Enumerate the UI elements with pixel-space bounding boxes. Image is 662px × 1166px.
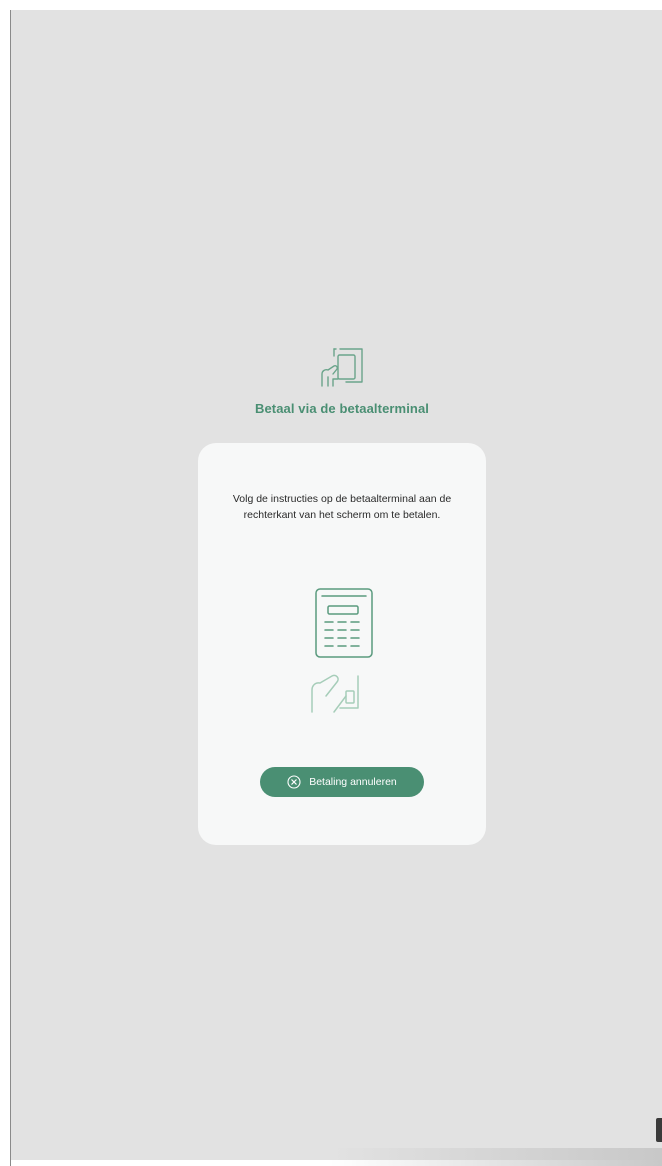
payment-terminal-icon [311, 588, 373, 713]
tap-card-icon [321, 348, 363, 387]
bottom-shadow [330, 1148, 662, 1166]
app-screen: Betaal via de betaalterminal Volg de ins… [0, 0, 662, 1166]
instruction-text: Volg de instructies op de betaalterminal… [232, 493, 452, 521]
payment-card: Volg de instructies op de betaalterminal… [198, 443, 486, 845]
page-title: Betaal via de betaalterminal [254, 401, 430, 416]
cancel-payment-label: Betaling annuleren [309, 776, 397, 788]
cancel-payment-button[interactable]: Betaling annuleren [260, 767, 424, 797]
close-circle-icon [287, 775, 301, 789]
edge-handle [656, 1118, 662, 1142]
left-divider [10, 10, 11, 1166]
